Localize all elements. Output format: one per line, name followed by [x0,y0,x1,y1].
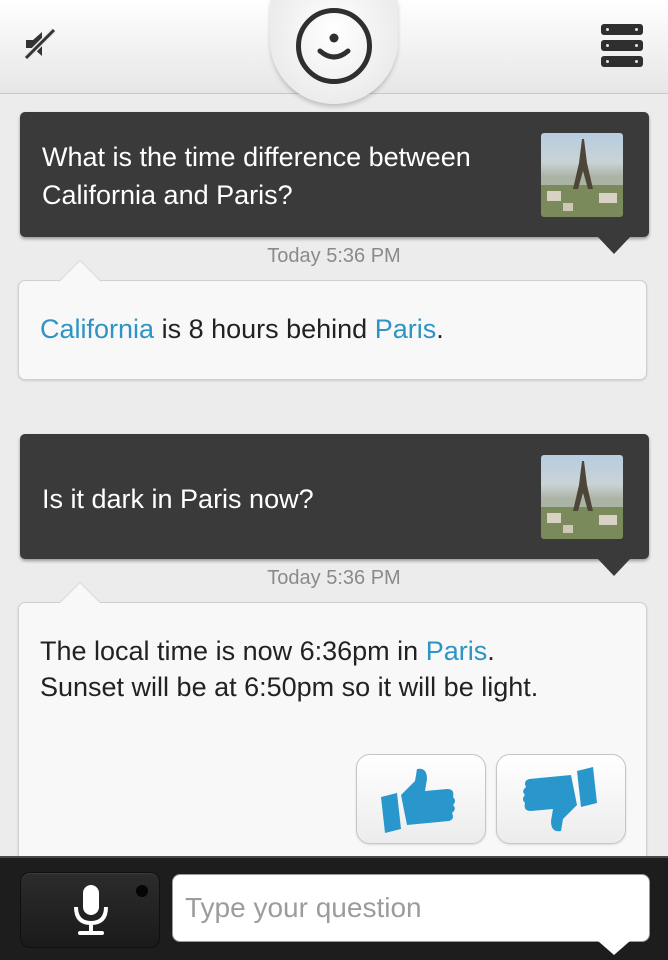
link-paris[interactable]: Paris [426,636,488,666]
eiffel-tower-thumbnail[interactable] [541,455,623,539]
microphone-icon [74,885,108,935]
input-tail [598,941,630,955]
answer-segment: is 8 hours behind [154,314,375,344]
dislike-button[interactable] [496,754,626,844]
answer-segment: Sunset will be at 6:50pm so it will be l… [40,672,539,702]
answer-segment: The local time is now 6:36pm in [40,636,426,666]
mute-button[interactable] [22,26,58,62]
question-bubble: Is it dark in Paris now? [20,434,649,576]
status-indicator [136,885,148,897]
question-text: Is it dark in Paris now? [42,484,314,514]
like-button[interactable] [356,754,486,844]
assistant-button[interactable] [296,8,372,84]
answer-bubble: The local time is now 6:36pm in Paris. S… [18,582,647,882]
menu-button[interactable] [601,24,643,68]
eiffel-tower-thumbnail[interactable] [541,133,623,217]
bubble-tail [59,582,101,603]
mute-speaker-icon [23,27,57,61]
answer-bubble: California is 8 hours behind Paris. [18,260,647,380]
answer-segment: . [487,636,495,666]
answer-segment: . [436,314,444,344]
question-bubble: What is the time difference between Cali… [20,112,649,254]
answer-text: The local time is now 6:36pm in Paris. S… [40,633,606,705]
bubble-tail [59,260,101,281]
thumbs-up-icon [381,768,455,833]
input-bar [0,856,668,960]
link-paris[interactable]: Paris [375,314,437,344]
answer-text: California is 8 hours behind Paris. [40,311,606,347]
question-input[interactable] [172,874,650,942]
smiley-face-icon [317,33,351,60]
microphone-button[interactable] [20,872,160,948]
question-text: What is the time difference between Cali… [42,142,471,210]
thumbs-down-icon [523,767,597,832]
link-california[interactable]: California [40,314,154,344]
